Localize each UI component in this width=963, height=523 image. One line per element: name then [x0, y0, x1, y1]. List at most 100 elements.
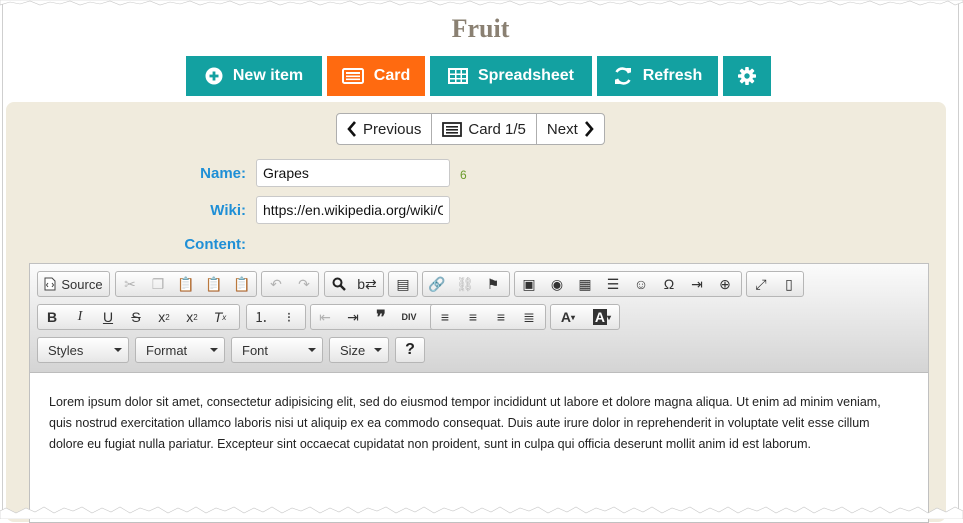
- background-color-icon[interactable]: A ▾: [585, 305, 619, 329]
- select-all-icon[interactable]: ▤: [389, 272, 417, 296]
- editor-content[interactable]: Lorem ipsum dolor sit amet, consectetur …: [49, 392, 899, 455]
- gear-icon: [738, 67, 756, 85]
- chevron-down-icon: [210, 348, 218, 352]
- new-item-button[interactable]: New item: [186, 56, 322, 96]
- new-item-label: New item: [232, 67, 304, 84]
- create-div-icon[interactable]: DIV: [395, 305, 423, 329]
- previous-button[interactable]: Previous: [337, 114, 431, 144]
- name-field[interactable]: [256, 159, 450, 187]
- replace-icon[interactable]: b⇄: [353, 272, 381, 296]
- select-all-group: ▤: [388, 271, 418, 297]
- chevron-left-icon: [347, 121, 356, 137]
- help-button[interactable]: ?: [395, 337, 425, 363]
- next-button[interactable]: Next: [535, 114, 604, 144]
- chevron-down-icon: [308, 348, 316, 352]
- paste-icon[interactable]: 📋: [172, 272, 200, 296]
- bulleted-list-icon[interactable]: ⁝: [275, 305, 303, 329]
- settings-button[interactable]: [723, 56, 771, 96]
- unlink-icon[interactable]: ⛓: [451, 272, 479, 296]
- find-icon[interactable]: [325, 272, 353, 296]
- format-label: Format: [146, 342, 188, 358]
- justify-icon[interactable]: ≣: [515, 305, 543, 329]
- card-position[interactable]: Card 1/5: [431, 114, 536, 144]
- name-label: Name:: [200, 165, 246, 182]
- insert-group: ▣ ◉ ▦ ☰ ☺ Ω ⇥ ⊕: [514, 271, 742, 297]
- smiley-icon[interactable]: ☺: [627, 272, 655, 296]
- wiki-label: Wiki:: [210, 202, 246, 219]
- refresh-label: Refresh: [642, 67, 703, 84]
- flash-icon[interactable]: ◉: [543, 272, 571, 296]
- paste-text-icon[interactable]: 📋: [200, 272, 228, 296]
- numbered-list-icon[interactable]: ⒈: [247, 305, 275, 329]
- font-dropdown[interactable]: Font: [231, 337, 323, 363]
- chevron-down-icon: [114, 348, 122, 352]
- color-group: A ▾ A ▾: [550, 304, 620, 330]
- wiki-field[interactable]: [256, 196, 450, 224]
- subscript-icon[interactable]: x2: [150, 305, 178, 329]
- torn-edge-top: [0, 0, 963, 6]
- editor-toolbar: Source ✂ ❐ 📋 📋 📋 ↶ ↷ b⇄ ▤ 🔗 ⛓ ⚑ ▣ ◉ ▦ ☰ …: [30, 264, 928, 373]
- plus-circle-icon: [205, 67, 223, 85]
- find-group: b⇄: [324, 271, 384, 297]
- cut-icon[interactable]: ✂: [116, 272, 144, 296]
- next-label: Next: [546, 120, 578, 138]
- iframe-globe-icon[interactable]: ⊕: [711, 272, 739, 296]
- page-break-icon[interactable]: ⇥: [683, 272, 711, 296]
- card-icon: [341, 68, 364, 84]
- view-group: ⤢ ▯: [746, 271, 804, 297]
- redo-icon[interactable]: ↷: [290, 272, 318, 296]
- blockquote-icon[interactable]: ❞: [367, 305, 395, 329]
- link-icon[interactable]: 🔗: [423, 272, 451, 296]
- refresh-icon: [614, 67, 631, 85]
- undo-icon[interactable]: ↶: [262, 272, 290, 296]
- outdent-icon[interactable]: ⇤: [311, 305, 339, 329]
- horizontal-rule-icon[interactable]: ☰: [599, 272, 627, 296]
- source-label: Source: [61, 276, 103, 292]
- card-position-label: Card 1/5: [468, 120, 526, 138]
- special-char-icon[interactable]: Ω: [655, 272, 683, 296]
- image-icon[interactable]: ▣: [515, 272, 543, 296]
- underline-icon[interactable]: U: [94, 305, 122, 329]
- size-dropdown[interactable]: Size: [329, 337, 389, 363]
- styles-dropdown[interactable]: Styles: [37, 337, 129, 363]
- format-dropdown[interactable]: Format: [135, 337, 225, 363]
- link-group: 🔗 ⛓ ⚑: [422, 271, 510, 297]
- show-blocks-icon[interactable]: ▯: [775, 272, 803, 296]
- indent-icon[interactable]: ⇥: [339, 305, 367, 329]
- chevron-right-icon: [584, 121, 594, 137]
- size-label: Size: [340, 342, 366, 358]
- align-group: ≡ ≡ ≡ ≣: [430, 304, 546, 330]
- align-center-icon[interactable]: ≡: [459, 305, 487, 329]
- card-pager: Previous Card 1/5 Next: [336, 113, 605, 145]
- card-label: Card: [373, 67, 411, 84]
- align-right-icon[interactable]: ≡: [487, 305, 515, 329]
- paste-word-icon[interactable]: 📋: [228, 272, 256, 296]
- list-group: ⒈ ⁝: [246, 304, 306, 330]
- copy-icon[interactable]: ❐: [144, 272, 172, 296]
- strike-icon[interactable]: S: [122, 305, 150, 329]
- italic-icon[interactable]: I: [66, 305, 94, 329]
- superscript-icon[interactable]: x2: [178, 305, 206, 329]
- maximize-icon[interactable]: ⤢: [747, 272, 775, 296]
- table-icon: [447, 68, 468, 84]
- rich-text-editor: Source ✂ ❐ 📋 📋 📋 ↶ ↷ b⇄ ▤ 🔗 ⛓ ⚑ ▣ ◉ ▦ ☰ …: [29, 263, 929, 523]
- text-color-icon[interactable]: A ▾: [551, 305, 585, 329]
- anchor-flag-icon[interactable]: ⚑: [479, 272, 507, 296]
- table-icon[interactable]: ▦: [571, 272, 599, 296]
- page-title: Fruit: [451, 14, 510, 43]
- card-view-button[interactable]: Card: [327, 56, 425, 96]
- torn-edge-bottom: [0, 506, 963, 519]
- remove-format-icon[interactable]: Tx: [206, 305, 234, 329]
- action-toolbar: New item Card Spreadsheet Refresh: [186, 56, 771, 96]
- align-left-icon[interactable]: ≡: [431, 305, 459, 329]
- previous-label: Previous: [363, 120, 422, 138]
- content-label: Content:: [184, 236, 246, 253]
- spreadsheet-button[interactable]: Spreadsheet: [430, 56, 592, 96]
- bold-icon[interactable]: B: [38, 305, 66, 329]
- refresh-button[interactable]: Refresh: [597, 56, 718, 96]
- chevron-down-icon: [374, 348, 382, 352]
- history-group: ↶ ↷: [261, 271, 319, 297]
- clipboard-group: ✂ ❐ 📋 📋 📋: [115, 271, 257, 297]
- source-button[interactable]: Source: [37, 271, 110, 297]
- spreadsheet-label: Spreadsheet: [477, 67, 575, 84]
